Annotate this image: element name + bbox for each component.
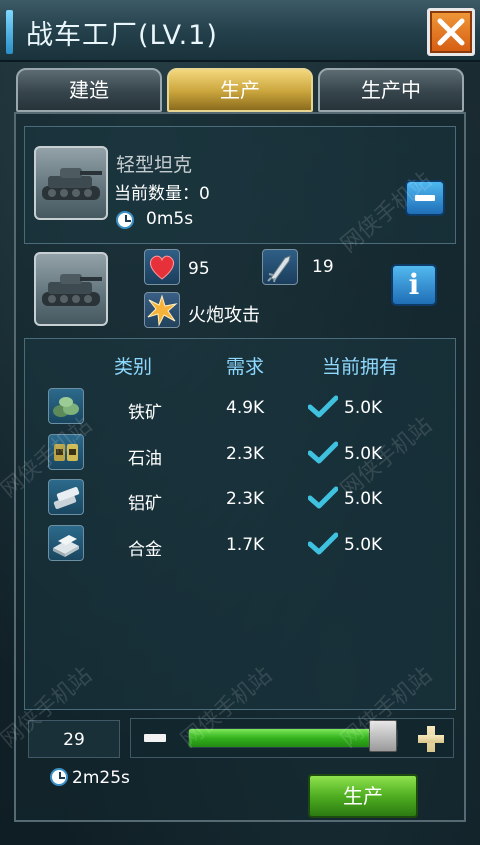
resource-required-aluminum: 2.3K bbox=[226, 489, 265, 509]
resource-required-alloy: 1.7K bbox=[226, 535, 265, 555]
resource-name-oil: 石油 bbox=[128, 449, 162, 469]
tab-in-production[interactable]: 生产中 bbox=[318, 68, 464, 112]
window-header: 战车工厂(LV.1) bbox=[0, 0, 480, 62]
resource-owned-iron: 5.0K bbox=[344, 398, 383, 418]
resource-name-aluminum: 铝矿 bbox=[128, 494, 162, 514]
attack-value: 19 bbox=[312, 257, 334, 277]
clock-icon bbox=[116, 211, 134, 229]
unit-name: 轻型坦克 bbox=[116, 154, 193, 176]
resource-required-iron: 4.9K bbox=[226, 398, 265, 418]
oil-icon bbox=[48, 434, 84, 470]
resource-required-oil: 2.3K bbox=[226, 444, 265, 464]
requirements-panel bbox=[24, 338, 456, 710]
health-value: 95 bbox=[188, 259, 210, 279]
unit-build-time: 0m5s bbox=[146, 209, 194, 229]
quantity-slider-fill bbox=[189, 729, 383, 747]
unit-portrait-secondary[interactable] bbox=[34, 252, 108, 326]
unit-current-count: 当前数量：0 bbox=[114, 184, 210, 204]
decrease-quantity-button[interactable] bbox=[144, 734, 166, 742]
check-icon bbox=[308, 532, 338, 555]
check-icon bbox=[308, 395, 338, 418]
resource-name-alloy: 合金 bbox=[128, 540, 162, 560]
close-icon bbox=[437, 18, 465, 46]
quantity-slider-knob[interactable] bbox=[369, 720, 398, 752]
iron-ore-icon bbox=[48, 388, 84, 424]
light-tank-icon bbox=[42, 274, 102, 306]
aluminum-ore-icon bbox=[48, 479, 84, 515]
header-accent-bar bbox=[6, 10, 13, 54]
increase-quantity-button[interactable] bbox=[418, 726, 444, 752]
total-production-time: 2m25s bbox=[72, 768, 130, 788]
resource-name-iron: 铁矿 bbox=[128, 403, 162, 423]
cannon-attack-icon bbox=[144, 292, 180, 328]
quantity-slider-track[interactable] bbox=[188, 728, 398, 748]
clock-icon bbox=[50, 768, 68, 786]
tab-build[interactable]: 建造 bbox=[16, 68, 162, 112]
alloy-icon bbox=[48, 525, 84, 561]
resource-owned-oil: 5.0K bbox=[344, 444, 383, 464]
check-icon bbox=[308, 486, 338, 509]
header-category: 类别 bbox=[114, 356, 153, 378]
tab-produce[interactable]: 生产 bbox=[167, 68, 313, 112]
produce-button[interactable]: 生产 bbox=[308, 774, 418, 818]
quantity-display[interactable]: 29 bbox=[28, 720, 120, 758]
unit-info-button[interactable]: i bbox=[391, 264, 437, 306]
window-title: 战车工厂(LV.1) bbox=[26, 20, 218, 51]
header-required: 需求 bbox=[226, 356, 265, 378]
header-owned: 当前拥有 bbox=[322, 356, 399, 378]
health-heart-icon bbox=[144, 249, 180, 285]
close-button[interactable] bbox=[427, 8, 475, 56]
light-tank-icon bbox=[42, 168, 102, 200]
remove-unit-button[interactable] bbox=[405, 180, 445, 216]
resource-owned-alloy: 5.0K bbox=[344, 535, 383, 555]
attack-type: 火炮攻击 bbox=[188, 305, 260, 326]
resource-owned-aluminum: 5.0K bbox=[344, 489, 383, 509]
unit-portrait[interactable] bbox=[34, 146, 108, 220]
missile-attack-icon bbox=[262, 249, 298, 285]
check-icon bbox=[308, 441, 338, 464]
